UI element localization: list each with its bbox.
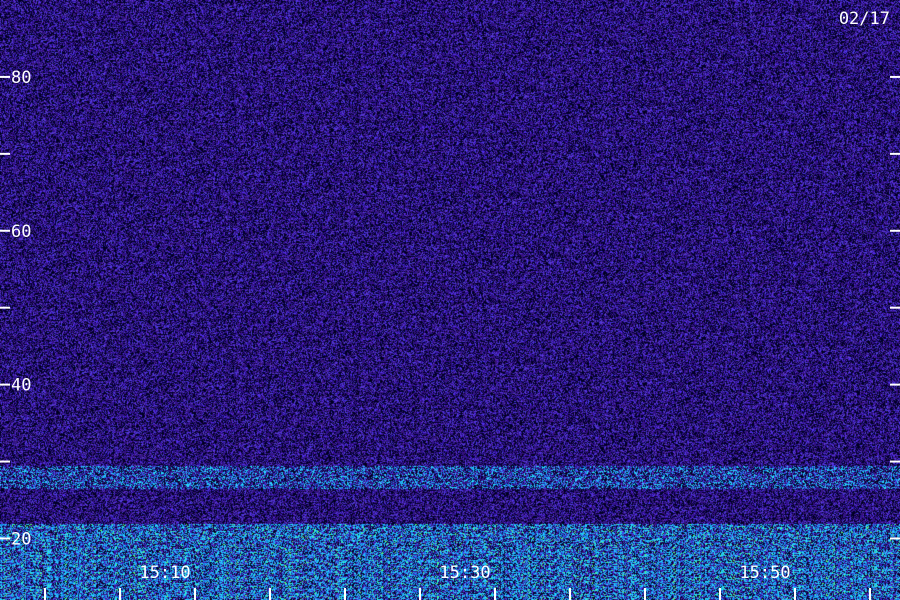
- x-tick-label: 15:30: [439, 563, 490, 583]
- x-axis: 15:10 15:30 15:50: [44, 563, 871, 600]
- y-tick-label: 60: [11, 222, 31, 242]
- y-tick-label: 80: [11, 68, 31, 88]
- x-tick-label: 15:10: [139, 563, 190, 583]
- x-tick-label: 15:50: [739, 563, 790, 583]
- y-tick-label: 40: [11, 376, 31, 396]
- y-tick-label: 20: [11, 529, 31, 549]
- y-axis: 20 40 60 80: [0, 68, 900, 549]
- spectrogram: 20 40 60 80 15:10 15:30 15:50 02/17: [0, 0, 900, 600]
- spectrogram-overlay: 20 40 60 80 15:10 15:30 15:50 02/17: [0, 9, 900, 600]
- date-label: 02/17: [839, 9, 890, 29]
